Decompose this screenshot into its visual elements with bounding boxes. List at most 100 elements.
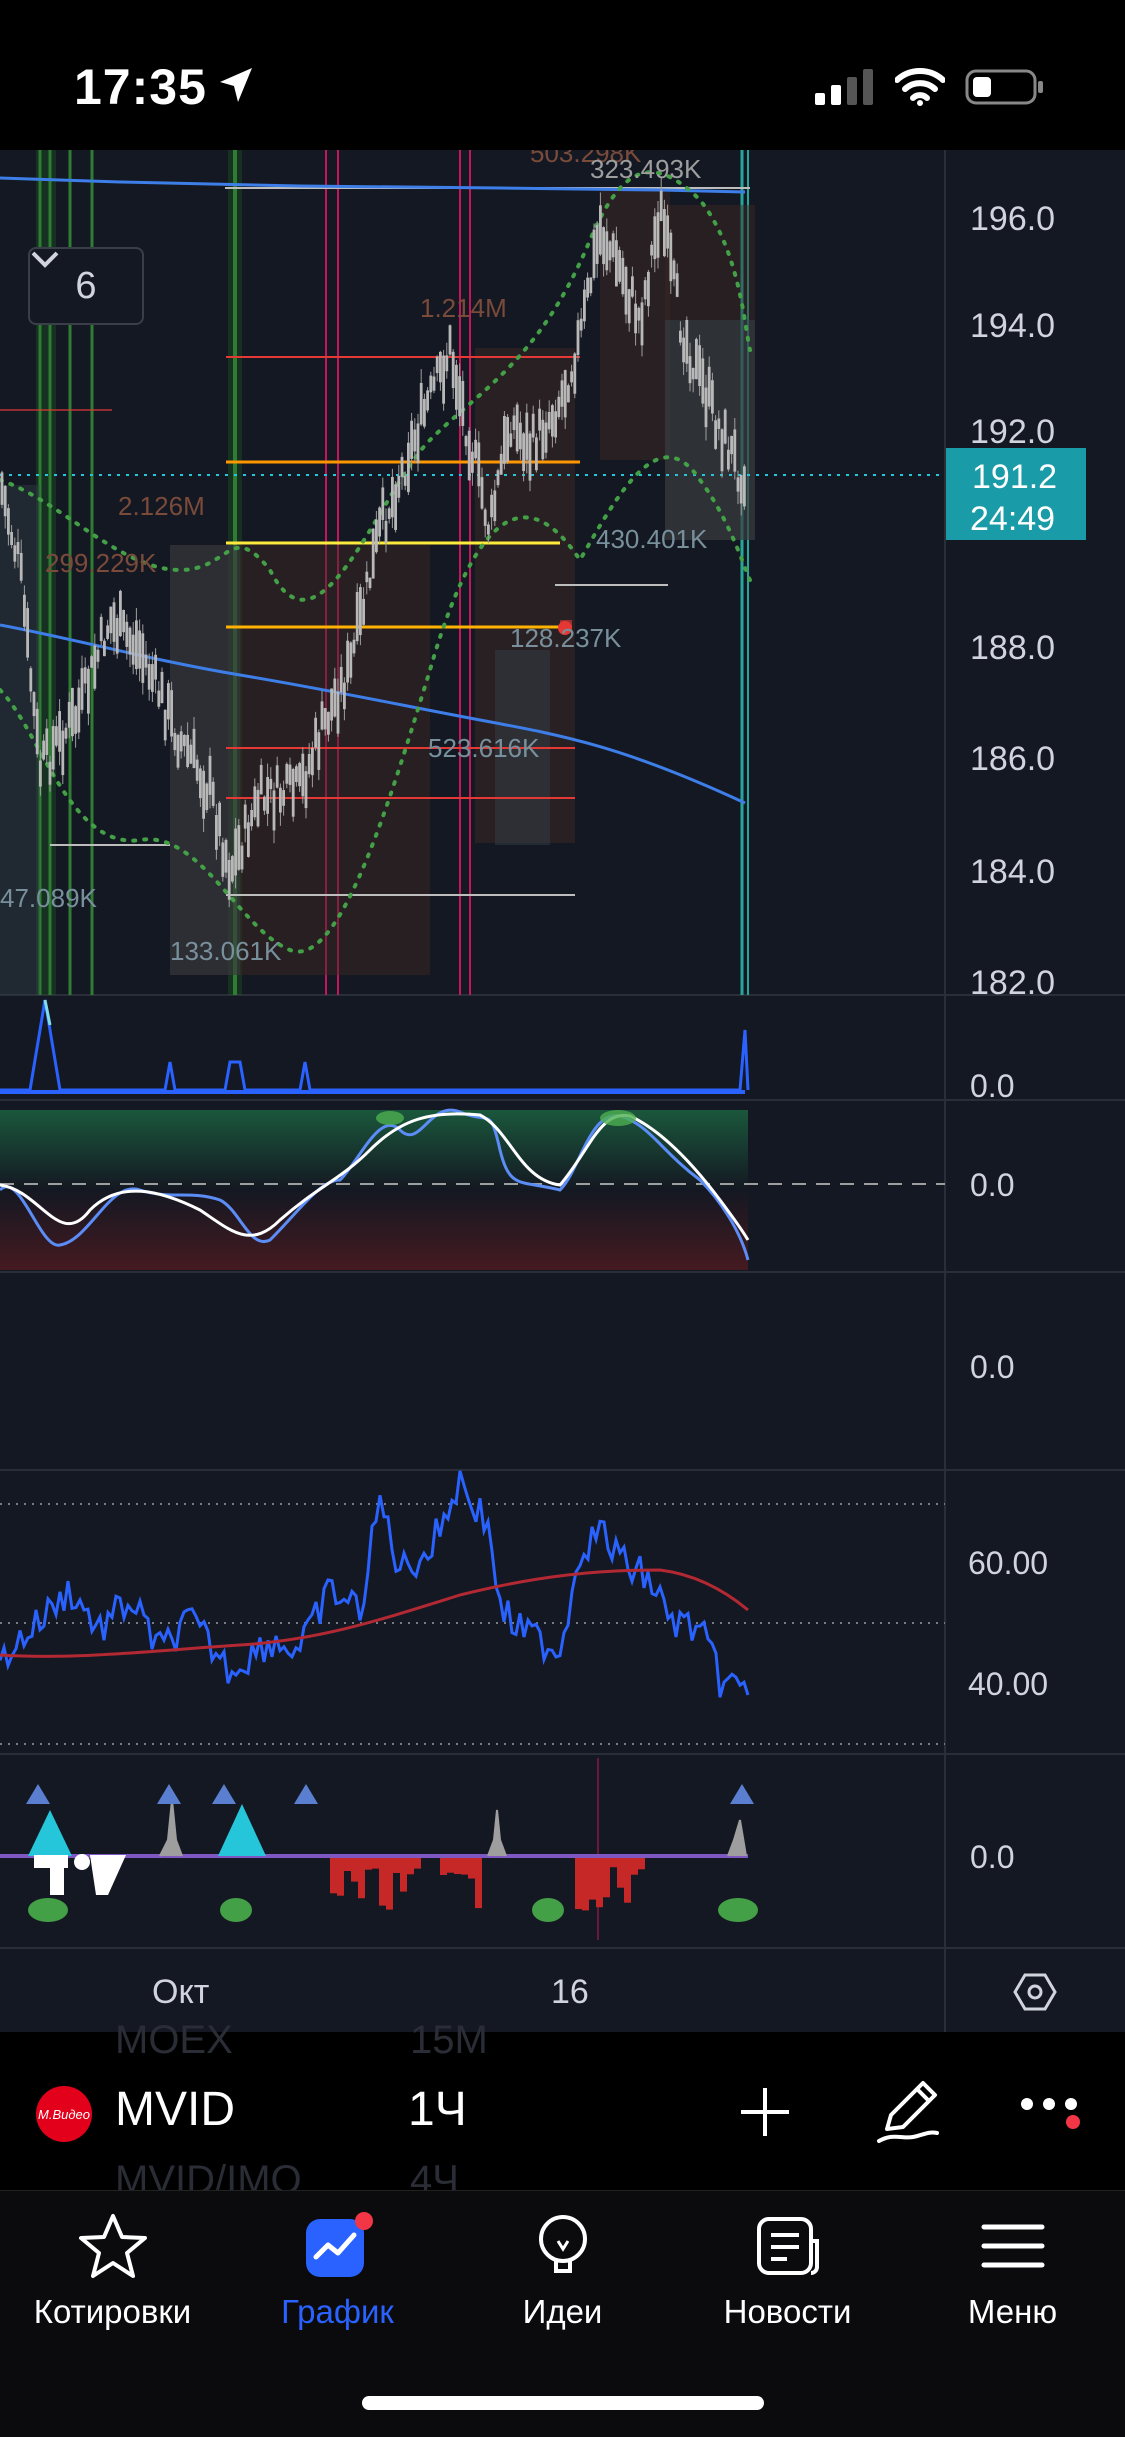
candle-body (403, 475, 407, 486)
location-arrow-icon (220, 68, 252, 102)
signal-bar (414, 1858, 421, 1869)
candle-body (605, 231, 609, 271)
candle-body (160, 671, 164, 704)
candle-body (445, 355, 449, 372)
candle-body (368, 577, 372, 588)
chart-settings-icon[interactable] (1013, 1973, 1057, 2011)
candle-body (224, 839, 228, 873)
candle-body (666, 215, 669, 249)
candle-body (247, 822, 250, 857)
candle-body (327, 711, 330, 735)
candle-body (218, 802, 221, 837)
candle-body (131, 634, 135, 665)
candle-body (256, 789, 260, 827)
candle-body (320, 701, 324, 730)
tradingview-logo (34, 1854, 126, 1895)
candle-body (42, 740, 45, 760)
signal-bar (461, 1858, 468, 1875)
candle-body (656, 212, 660, 258)
tab-chart[interactable]: График (225, 2211, 450, 2341)
candle-body (7, 508, 10, 535)
candle-body (0, 472, 4, 505)
tab-menu[interactable]: Меню (900, 2211, 1125, 2341)
candle-body (314, 717, 317, 748)
candle-body (183, 735, 186, 747)
candle-body (682, 337, 685, 363)
candle-body (51, 725, 55, 770)
pane-tick: 60.00 (968, 1545, 1048, 1581)
candle-body (419, 382, 423, 425)
candle-body (736, 477, 740, 492)
candle-body (407, 442, 410, 493)
candle-body (544, 422, 548, 453)
tab-ideas[interactable]: Идеи (450, 2211, 675, 2341)
candle-body (77, 687, 81, 733)
candle-body (455, 364, 458, 410)
signal-bar (351, 1858, 358, 1882)
pencil-icon (877, 2081, 939, 2143)
chart-area[interactable]: 503.298K 323.493K 1.214M 2.126M 299.229K… (0, 150, 1125, 2032)
ghost-timeframe: 15М (410, 2018, 488, 2062)
pane-tick: 0.0 (970, 1839, 1014, 1875)
candle-body (199, 768, 202, 799)
candle-body (202, 770, 205, 819)
candle-body (679, 330, 682, 343)
symbol-logo[interactable]: М.Видео (36, 2086, 92, 2142)
candle-body (250, 809, 253, 827)
candle-body (451, 351, 455, 388)
collapse-indicators-button[interactable]: 6 (28, 247, 144, 325)
chart-icon (305, 2212, 373, 2277)
candle-body (192, 728, 196, 768)
volume-label: 2.126M (118, 491, 205, 521)
volume-label: 523.616K (428, 733, 540, 763)
candle-body (291, 768, 295, 817)
volume-label: 128.237K (510, 623, 622, 653)
candle-body (144, 654, 148, 668)
add-button[interactable] (725, 2072, 805, 2152)
tab-quotes[interactable]: Котировки (0, 2211, 225, 2341)
candle-body (647, 271, 650, 307)
rsi-pane: 60.00 40.00 (0, 1470, 1048, 1745)
drawing-tools-button[interactable] (868, 2072, 948, 2152)
candle-body (448, 325, 452, 355)
candle-body (186, 734, 189, 767)
candle-body (669, 232, 673, 282)
candle-body (595, 224, 599, 264)
signals-pane: 0.0 (0, 1758, 1014, 1940)
candle-body (477, 442, 481, 487)
candle-body (128, 627, 132, 655)
price-tick: 194.0 (970, 307, 1055, 345)
candle-body (563, 370, 567, 418)
candle-body (269, 778, 273, 790)
price-tick: 196.0 (970, 200, 1055, 238)
candle-body (691, 367, 695, 380)
timeframe-selector[interactable]: 1Ч (408, 2082, 467, 2137)
symbol-name[interactable]: MVID (115, 2082, 235, 2137)
wifi-icon (895, 68, 945, 106)
candle-body (336, 691, 340, 734)
candle-body (458, 376, 461, 417)
candle-body (346, 640, 349, 683)
candle-body (266, 776, 269, 814)
candle-body (211, 781, 215, 806)
chevron-down-icon (31, 251, 59, 268)
candle-body (442, 355, 445, 404)
signal-bar (386, 1858, 393, 1910)
candle-body (688, 356, 692, 384)
chart-canvas[interactable]: 503.298K 323.493K 1.214M 2.126M 299.229K… (0, 150, 1125, 2032)
candle-body (352, 639, 356, 654)
candle-body (135, 620, 138, 670)
tab-label: Котировки (33, 2293, 192, 2330)
candle-body (275, 765, 279, 788)
more-options-button[interactable] (1012, 2072, 1092, 2152)
candle-body (221, 842, 225, 877)
candle-body (615, 240, 618, 287)
signal-bar (596, 1858, 603, 1908)
signal-bar (337, 1858, 344, 1896)
candle-body (743, 466, 746, 507)
tab-news[interactable]: Новости (675, 2211, 900, 2341)
candle-body (215, 815, 218, 850)
current-price-tag: 191.2 24:49 (946, 448, 1086, 540)
candle-body (87, 668, 90, 714)
candle-body (535, 437, 538, 471)
